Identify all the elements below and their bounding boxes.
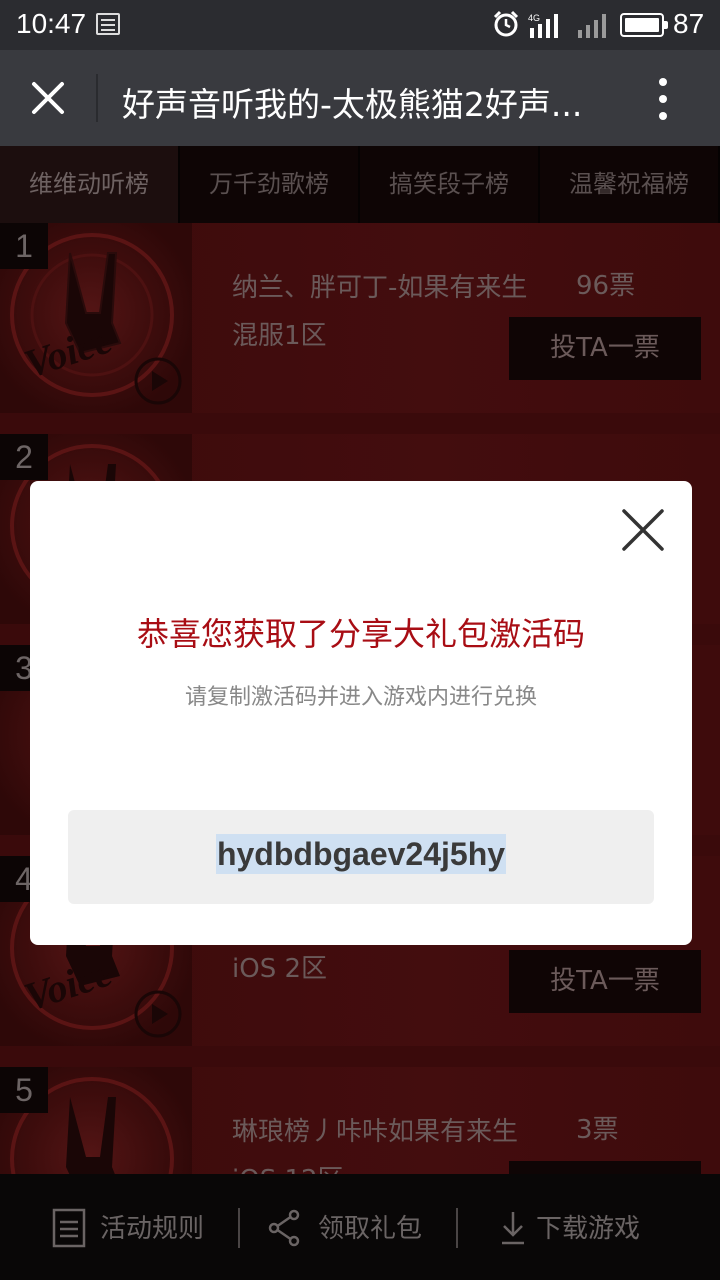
svg-text:Voice: Voice [19,949,117,1019]
server-name: iOS 12区 [232,1159,344,1174]
activation-code-dialog: 恭喜您获取了分享大礼包激活码 请复制激活码并进入游戏内进行兑换 hydbdbga… [30,481,692,945]
bottom-bar: 活动规则 领取礼包 下载游戏 [0,1174,720,1280]
divider [238,1208,240,1248]
server-name: 混服1区 [232,321,327,351]
rank-number: 1 [0,223,48,269]
vote-button[interactable] [509,1161,701,1174]
share-icon [268,1209,300,1247]
list-item: 5 琳琅榜丿咔咔如果有来生 iOS 12区 3票 [0,1067,720,1174]
title-bar: 好声音听我的-太极熊猫2好声... [0,50,720,146]
dialog-title: 恭喜您获取了分享大礼包激活码 [136,615,585,653]
close-icon[interactable] [620,507,666,553]
server-name: iOS 2区 [232,954,327,984]
claim-gift-button[interactable]: 领取礼包 [318,1208,422,1245]
rules-icon [52,1208,86,1248]
activation-code[interactable]: hydbdbgaev24j5hy [215,834,507,874]
status-time: 10:47 [16,8,87,39]
status-bar: 10:47 4G 87 [0,0,720,50]
tab-bar: 维维动听榜 万千劲歌榜 搞笑段子榜 温馨祝福榜 [0,146,720,223]
download-game-button[interactable]: 下载游戏 [536,1208,640,1245]
divider [456,1208,458,1248]
tab-wenxin[interactable]: 温馨祝福榜 [540,146,720,223]
more-icon[interactable] [648,76,678,122]
tab-gaoxiao[interactable]: 搞笑段子榜 [360,146,540,223]
close-icon[interactable] [20,70,76,126]
battery-percent: 87 [673,8,705,39]
dialog-subtitle: 请复制激活码并进入游戏内进行兑换 [184,685,537,710]
battery-icon [620,13,668,37]
vote-count: 3票 [576,1115,619,1145]
tab-weiwei[interactable]: 维维动听榜 [0,146,180,223]
rank-number: 5 [0,1067,48,1113]
svg-text:4G: 4G [528,13,540,23]
tab-wanqian[interactable]: 万千劲歌榜 [180,146,360,223]
alarm-icon [493,10,519,37]
signal-4g-icon: 4G [528,13,558,38]
song-title: 纳兰、胖可丁-如果有来生 [232,273,528,303]
download-icon [502,1212,524,1245]
rules-button[interactable]: 活动规则 [100,1208,204,1245]
vote-button[interactable]: 投TA一票 [509,950,701,1013]
vote-count: 96票 [576,271,636,301]
signal-icon [578,14,606,38]
song-title: 琳琅榜丿咔咔如果有来生 [232,1117,519,1147]
list-item: Voice 1 纳兰、胖可丁-如果有来生 混服1区 96票 投TA一票 [0,223,720,413]
page-title: 好声音听我的-太极熊猫2好声... [122,85,583,124]
rank-number: 2 [0,434,48,480]
title-divider [96,74,98,122]
vote-button[interactable]: 投TA一票 [509,317,701,380]
notification-icon [96,13,120,35]
activation-code-box[interactable]: hydbdbgaev24j5hy [68,810,654,904]
